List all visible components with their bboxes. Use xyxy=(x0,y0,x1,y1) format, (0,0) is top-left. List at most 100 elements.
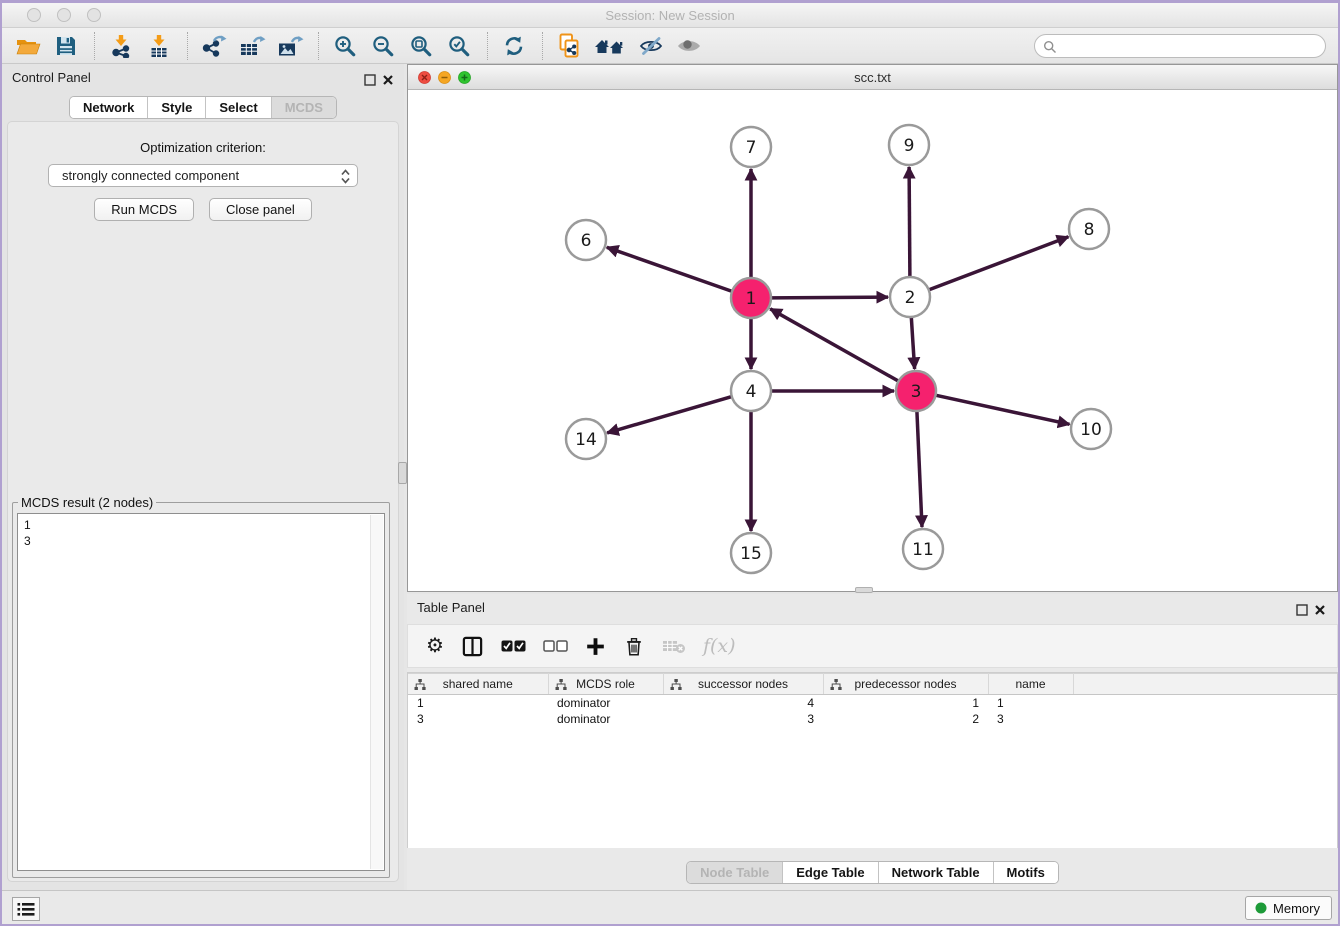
column-header-name[interactable]: name xyxy=(988,674,1073,695)
horizontal-splitter-handle[interactable] xyxy=(855,587,873,593)
graph-edge[interactable] xyxy=(917,411,922,527)
table-panel-title: Table Panel xyxy=(417,600,485,615)
zoom-fit-icon[interactable] xyxy=(405,31,437,61)
deselect-all-checkboxes-icon[interactable] xyxy=(543,639,568,653)
delete-table-icon xyxy=(662,638,686,655)
svg-text:3: 3 xyxy=(911,382,922,402)
float-panel-icon[interactable] xyxy=(364,73,378,86)
graph-edge[interactable] xyxy=(607,397,732,433)
graph-node[interactable]: 10 xyxy=(1071,409,1111,449)
overview-eye-icon[interactable] xyxy=(673,31,705,61)
search-input[interactable] xyxy=(1034,34,1326,58)
table-options-gear-icon[interactable]: ⚙ xyxy=(426,636,444,656)
table-row[interactable]: 3dominator323 xyxy=(408,711,1337,727)
refresh-view-icon[interactable] xyxy=(498,31,530,61)
graph-node[interactable]: 1 xyxy=(731,278,771,318)
memory-button[interactable]: Memory xyxy=(1245,896,1332,920)
export-table-icon[interactable] xyxy=(236,31,268,61)
close-panel-button[interactable]: Close panel xyxy=(209,198,312,221)
export-network-icon[interactable] xyxy=(198,31,230,61)
hierarchy-icon xyxy=(830,679,842,693)
svg-text:9: 9 xyxy=(904,136,915,156)
tab-edge-table[interactable]: Edge Table xyxy=(783,862,878,883)
network-window-titlebar[interactable]: scc.txt xyxy=(408,65,1337,90)
graph-edge[interactable] xyxy=(771,297,888,298)
mcds-result-list[interactable]: 1 3 xyxy=(17,513,385,871)
tab-style[interactable]: Style xyxy=(148,97,206,118)
close-panel-icon[interactable] xyxy=(382,73,396,86)
delete-column-icon[interactable] xyxy=(623,635,645,658)
tab-network[interactable]: Network xyxy=(70,97,148,118)
control-panel-tabs: Network Style Select MCDS xyxy=(69,96,337,119)
graph-edge[interactable] xyxy=(909,167,910,277)
export-image-icon[interactable] xyxy=(274,31,306,61)
vertical-splitter-handle[interactable] xyxy=(398,462,407,484)
duplicate-network-icon[interactable] xyxy=(553,31,585,61)
criterion-select[interactable]: strongly connected component xyxy=(48,164,358,187)
graph-node[interactable]: 8 xyxy=(1069,209,1109,249)
toolbar-separator xyxy=(487,32,488,60)
graph-node[interactable]: 3 xyxy=(896,371,936,411)
mcds-panel: Optimization criterion: strongly connect… xyxy=(7,121,399,882)
main-toolbar xyxy=(2,28,1338,64)
tab-motifs[interactable]: Motifs xyxy=(994,862,1058,883)
result-item: 3 xyxy=(24,533,378,549)
zoom-out-icon[interactable] xyxy=(367,31,399,61)
task-history-button[interactable] xyxy=(12,897,40,921)
graph-edge[interactable] xyxy=(770,309,898,381)
network-graph[interactable]: 1 2 3 4 6 7 8 9 10 11 14 15 xyxy=(408,90,1337,591)
graph-node[interactable]: 7 xyxy=(731,127,771,167)
graph-node[interactable]: 11 xyxy=(903,529,943,569)
graph-node[interactable]: 4 xyxy=(731,371,771,411)
hide-graphics-details-icon[interactable] xyxy=(635,31,667,61)
table-row[interactable]: 1dominator411 xyxy=(408,695,1337,711)
run-mcds-button[interactable]: Run MCDS xyxy=(94,198,194,221)
tab-node-table[interactable]: Node Table xyxy=(687,862,783,883)
import-table-icon[interactable] xyxy=(143,31,175,61)
import-network-icon[interactable] xyxy=(105,31,137,61)
column-header-shared-name[interactable]: shared name xyxy=(408,674,548,695)
graph-edge[interactable] xyxy=(936,395,1070,424)
tab-mcds[interactable]: MCDS xyxy=(272,97,336,118)
result-item: 1 xyxy=(24,517,378,533)
window-title: Session: New Session xyxy=(0,3,1340,28)
graph-edge[interactable] xyxy=(607,247,732,291)
show-columns-icon[interactable] xyxy=(461,635,484,658)
close-table-panel-icon[interactable] xyxy=(1314,603,1328,616)
graph-node[interactable]: 14 xyxy=(566,419,606,459)
mcds-result-title: MCDS result (2 nodes) xyxy=(18,495,156,510)
column-header-predecessor-nodes[interactable]: predecessor nodes xyxy=(823,674,988,695)
select-all-checkboxes-icon[interactable] xyxy=(501,639,526,653)
search-icon xyxy=(1043,40,1057,54)
table-panel: Table Panel ⚙ xyxy=(407,594,1338,890)
function-builder-icon: f(x) xyxy=(703,635,736,657)
open-session-icon[interactable] xyxy=(12,31,44,61)
graph-node[interactable]: 6 xyxy=(566,220,606,260)
titlebar: Session: New Session xyxy=(0,3,1340,28)
graph-node[interactable]: 9 xyxy=(889,125,929,165)
toolbar-separator xyxy=(542,32,543,60)
add-column-icon[interactable] xyxy=(585,636,606,657)
control-panel-title: Control Panel xyxy=(12,70,91,85)
graph-node[interactable]: 15 xyxy=(731,533,771,573)
select-stepper-icon xyxy=(340,168,351,185)
save-session-icon[interactable] xyxy=(50,31,82,61)
graph-edge[interactable] xyxy=(911,317,914,369)
result-scrollbar[interactable] xyxy=(370,515,383,869)
float-table-panel-icon[interactable] xyxy=(1296,603,1310,616)
zoom-selected-icon[interactable] xyxy=(443,31,475,61)
toolbar-separator xyxy=(318,32,319,60)
tab-select[interactable]: Select xyxy=(206,97,271,118)
table-tabs: Node Table Edge Table Network Table Moti… xyxy=(686,861,1059,884)
svg-text:6: 6 xyxy=(581,231,592,251)
network-canvas[interactable]: 1 2 3 4 6 7 8 9 10 11 14 15 xyxy=(408,90,1337,591)
graph-node[interactable]: 2 xyxy=(890,277,930,317)
graph-edge[interactable] xyxy=(929,237,1069,290)
tab-network-table[interactable]: Network Table xyxy=(879,862,994,883)
node-table: shared name MCDS role successor nodes pr… xyxy=(408,673,1337,727)
control-panel: Control Panel Network Style Select MCDS … xyxy=(2,64,404,892)
home-layout-icon[interactable] xyxy=(591,31,629,61)
zoom-in-icon[interactable] xyxy=(329,31,361,61)
column-header-mcds-role[interactable]: MCDS role xyxy=(548,674,663,695)
column-header-successor-nodes[interactable]: successor nodes xyxy=(663,674,823,695)
